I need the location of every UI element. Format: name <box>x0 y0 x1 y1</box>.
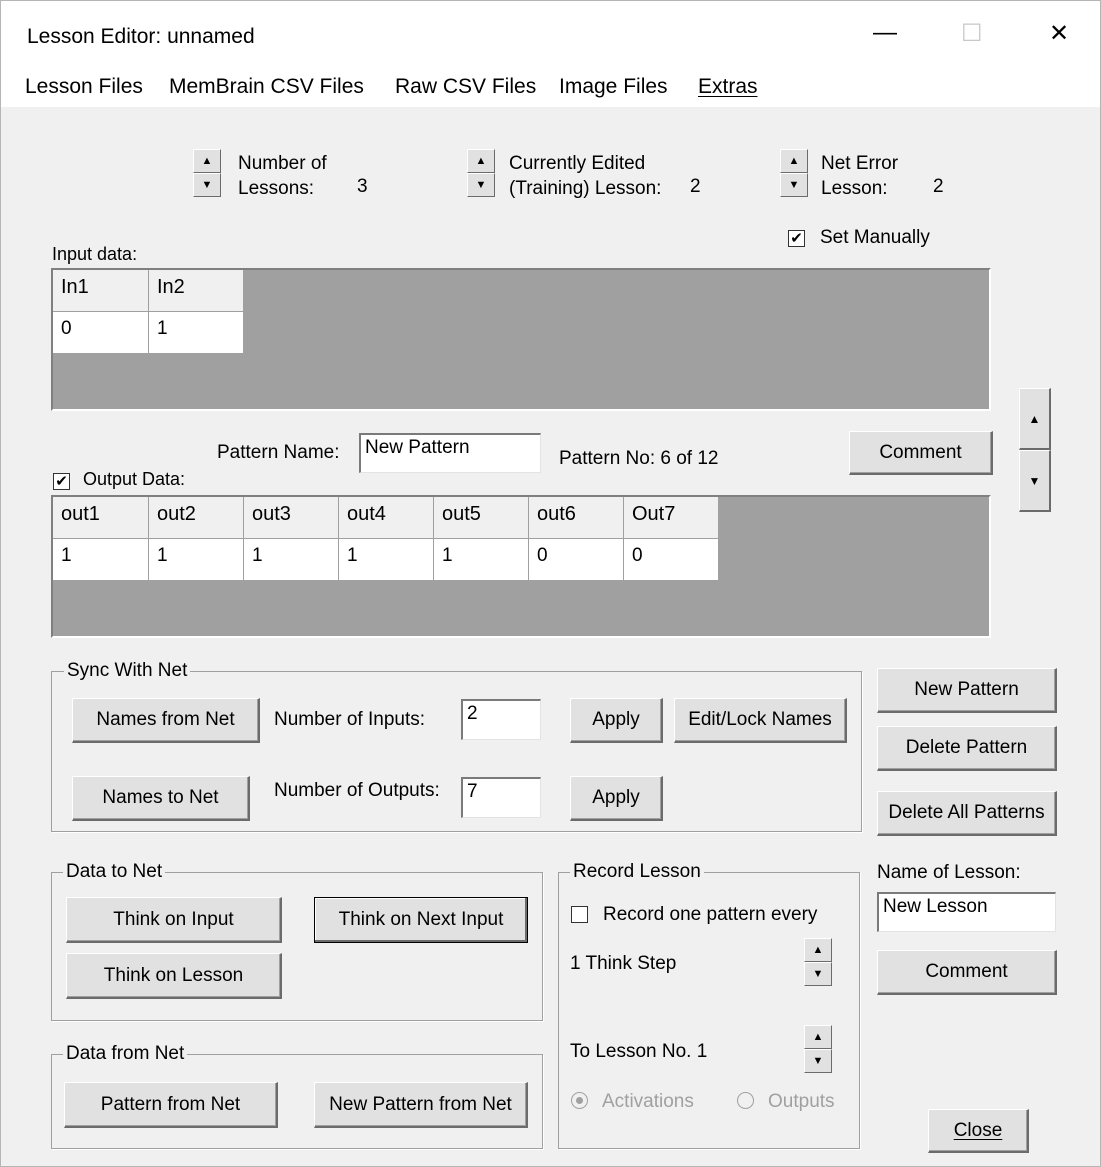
think-step-spinner[interactable]: ▲ ▼ <box>804 938 832 986</box>
menu-raw-csv-files[interactable]: Raw CSV Files <box>395 75 536 99</box>
record-lesson-label: Record Lesson <box>570 861 704 883</box>
close-icon[interactable]: ✕ <box>1049 19 1069 48</box>
output-data-grid[interactable]: out1 out2 out3 out4 out5 out6 Out7 1 1 1… <box>51 495 991 638</box>
grid-cell[interactable]: 1 <box>339 539 434 581</box>
lesson-name-input[interactable]: New Lesson <box>877 892 1056 932</box>
close-button[interactable]: Close <box>928 1109 1029 1153</box>
spin-up-icon[interactable]: ▲ <box>804 938 832 962</box>
column-header[interactable]: out2 <box>149 497 244 539</box>
think-on-lesson-button[interactable]: Think on Lesson <box>66 953 282 999</box>
num-outputs-label: Number of Outputs: <box>274 780 440 801</box>
pattern-number-text: Pattern No: 6 of 12 <box>559 448 719 469</box>
activations-label: Activations <box>602 1091 694 1112</box>
spin-down-icon[interactable]: ▼ <box>804 962 832 986</box>
column-header[interactable]: out3 <box>244 497 339 539</box>
output-data-label: Output Data: <box>83 469 186 489</box>
names-to-net-button[interactable]: Names to Net <box>72 776 250 821</box>
record-pattern-checkbox[interactable] <box>571 906 588 923</box>
num-outputs-field[interactable]: 7 <box>461 777 541 818</box>
scroll-up-icon[interactable]: ▲ <box>1019 388 1051 450</box>
pattern-name-input[interactable]: New Pattern <box>359 433 541 473</box>
maximize-icon[interactable]: ☐ <box>961 19 983 48</box>
minimize-icon[interactable]: — <box>873 19 897 47</box>
num-lessons-spinner[interactable]: ▲ ▼ <box>193 149 221 197</box>
column-header[interactable]: In1 <box>53 270 149 312</box>
net-error-lesson-spinner[interactable]: ▲ ▼ <box>780 149 808 197</box>
grid-cell[interactable]: 0 <box>624 539 719 581</box>
apply-inputs-button[interactable]: Apply <box>570 698 663 743</box>
num-inputs-field[interactable]: 2 <box>461 699 541 740</box>
data-from-net-label: Data from Net <box>63 1043 188 1065</box>
spin-up-icon[interactable]: ▲ <box>467 149 495 173</box>
lesson-comment-button[interactable]: Comment <box>877 950 1057 995</box>
spin-up-icon[interactable]: ▲ <box>804 1025 832 1049</box>
column-header[interactable]: out5 <box>434 497 529 539</box>
new-pattern-button[interactable]: New Pattern <box>877 668 1057 713</box>
activations-radio[interactable] <box>571 1092 588 1109</box>
net-error-lesson-value: 2 <box>933 176 944 197</box>
think-on-next-input-button[interactable]: Think on Next Input <box>314 897 528 943</box>
column-header[interactable]: out4 <box>339 497 434 539</box>
current-lesson-value: 2 <box>690 176 701 197</box>
spin-down-icon[interactable]: ▼ <box>467 173 495 197</box>
grid-cell[interactable]: 0 <box>529 539 624 581</box>
num-lessons-label: Number of Lessons: <box>238 153 327 199</box>
delete-all-patterns-button[interactable]: Delete All Patterns <box>877 791 1057 836</box>
spin-down-icon[interactable]: ▼ <box>780 173 808 197</box>
sync-with-net-label: Sync With Net <box>64 660 191 682</box>
lesson-editor-window: Lesson Editor: unnamed — ☐ ✕ Lesson File… <box>0 0 1101 1167</box>
pattern-from-net-button[interactable]: Pattern from Net <box>64 1082 278 1128</box>
think-step-text: 1 Think Step <box>570 953 677 974</box>
edit-lock-names-button[interactable]: Edit/Lock Names <box>674 698 847 743</box>
window-title: Lesson Editor: unnamed <box>27 25 255 48</box>
data-to-net-label: Data to Net <box>63 861 166 883</box>
new-pattern-from-net-button[interactable]: New Pattern from Net <box>314 1082 528 1128</box>
set-manually-label: Set Manually <box>820 227 930 248</box>
grid-cell[interactable]: 1 <box>244 539 339 581</box>
num-inputs-label: Number of Inputs: <box>274 709 426 730</box>
net-error-lesson-label: Net Error Lesson: <box>821 153 899 199</box>
input-data-grid[interactable]: In1 In2 0 1 <box>51 268 991 411</box>
outputs-label: Outputs <box>768 1091 835 1112</box>
apply-outputs-button[interactable]: Apply <box>570 776 663 821</box>
grid-cell[interactable]: 0 <box>53 312 149 354</box>
column-header[interactable]: out6 <box>529 497 624 539</box>
menu-membrain-csv-files[interactable]: MemBrain CSV Files <box>169 75 364 99</box>
names-from-net-button[interactable]: Names from Net <box>72 698 260 743</box>
outputs-radio[interactable] <box>737 1092 754 1109</box>
pattern-comment-button[interactable]: Comment <box>849 431 993 475</box>
pattern-scroll-spinner[interactable]: ▲ ▼ <box>1019 388 1051 513</box>
input-data-label: Input data: <box>52 244 138 264</box>
current-lesson-spinner[interactable]: ▲ ▼ <box>467 149 495 197</box>
menu-image-files[interactable]: Image Files <box>559 75 668 99</box>
menu-extras[interactable]: Extras <box>698 75 758 99</box>
think-on-input-button[interactable]: Think on Input <box>66 897 282 943</box>
spin-down-icon[interactable]: ▼ <box>193 173 221 197</box>
spin-down-icon[interactable]: ▼ <box>804 1049 832 1073</box>
column-header[interactable]: Out7 <box>624 497 719 539</box>
pattern-name-label: Pattern Name: <box>217 442 340 463</box>
column-header[interactable]: In2 <box>149 270 244 312</box>
grid-cell[interactable]: 1 <box>434 539 529 581</box>
scroll-down-icon[interactable]: ▼ <box>1019 450 1051 512</box>
current-lesson-label: Currently Edited (Training) Lesson: <box>509 153 662 199</box>
to-lesson-text: To Lesson No. 1 <box>570 1041 708 1062</box>
lesson-name-label: Name of Lesson: <box>877 862 1021 883</box>
num-lessons-value: 3 <box>357 176 368 197</box>
to-lesson-spinner[interactable]: ▲ ▼ <box>804 1025 832 1073</box>
menu-lesson-files[interactable]: Lesson Files <box>25 75 143 99</box>
grid-cell[interactable]: 1 <box>149 539 244 581</box>
set-manually-checkbox[interactable]: ✔ <box>788 230 805 247</box>
record-pattern-label: Record one pattern every <box>603 904 818 925</box>
column-header[interactable]: out1 <box>53 497 149 539</box>
output-data-checkbox[interactable]: ✔ <box>53 473 70 490</box>
title-bar[interactable]: Lesson Editor: unnamed — ☐ ✕ <box>1 1 1100 67</box>
spin-up-icon[interactable]: ▲ <box>780 149 808 173</box>
delete-pattern-button[interactable]: Delete Pattern <box>877 726 1057 771</box>
menu-bar: Lesson Files MemBrain CSV Files Raw CSV … <box>1 67 1100 107</box>
grid-cell[interactable]: 1 <box>149 312 244 354</box>
grid-cell[interactable]: 1 <box>53 539 149 581</box>
spin-up-icon[interactable]: ▲ <box>193 149 221 173</box>
